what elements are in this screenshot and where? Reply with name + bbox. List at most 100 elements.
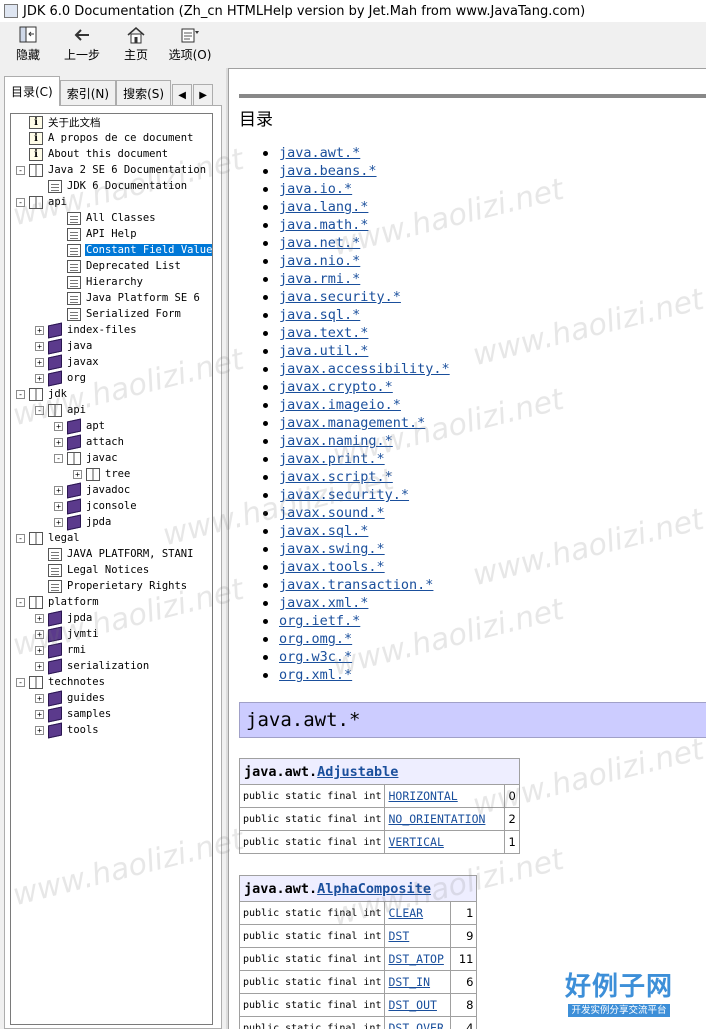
tree-item[interactable]: - legal	[16, 530, 81, 546]
package-link[interactable]: org.w3c.*	[279, 649, 352, 665]
tab-contents[interactable]: 目录(C)	[4, 76, 60, 106]
package-link[interactable]: org.omg.*	[279, 631, 352, 647]
tree-item[interactable]: i 关于此文档	[16, 114, 102, 130]
package-link[interactable]: javax.accessibility.*	[279, 361, 450, 377]
content-pane[interactable]: 目录 java.awt.* java.beans.* java.io.* java.l…	[228, 68, 706, 1029]
package-link[interactable]: java.nio.*	[279, 253, 360, 269]
tree-item[interactable]: + javadoc	[54, 482, 131, 498]
tree-item[interactable]: + serialization	[35, 658, 150, 674]
package-link[interactable]: javax.swing.*	[279, 541, 385, 557]
field-link[interactable]: HORIZONTAL	[388, 789, 457, 803]
tab-scroll-left-icon[interactable]: ◀	[172, 84, 193, 106]
package-link[interactable]: javax.transaction.*	[279, 577, 433, 593]
expand-icon[interactable]: +	[54, 421, 63, 431]
expand-icon[interactable]: +	[35, 373, 44, 383]
collapse-icon[interactable]: -	[16, 597, 25, 607]
tree-item[interactable]: + samples	[35, 706, 112, 722]
collapse-icon[interactable]: -	[16, 677, 25, 687]
expand-icon[interactable]: +	[35, 357, 44, 367]
expand-icon[interactable]: +	[35, 645, 44, 655]
collapse-icon[interactable]: -	[16, 197, 25, 207]
tree-item[interactable]: Java Platform SE 6	[54, 290, 201, 306]
tree-item[interactable]: All Classes	[54, 210, 157, 226]
tree-item[interactable]: - platform	[16, 594, 100, 610]
collapse-icon[interactable]: -	[16, 389, 25, 399]
tree-item[interactable]: Deprecated List	[54, 258, 182, 274]
expand-icon[interactable]: +	[73, 469, 82, 479]
tree-item[interactable]: - jdk	[16, 386, 68, 402]
package-link[interactable]: java.awt.*	[279, 145, 360, 161]
tree-item[interactable]: + tools	[35, 722, 100, 738]
package-link[interactable]: java.math.*	[279, 217, 368, 233]
contents-tree[interactable]: i 关于此文档 i A propos de ce document i About thi…	[10, 113, 213, 1025]
expand-icon[interactable]: +	[35, 341, 44, 351]
package-link[interactable]: javax.imageio.*	[279, 397, 401, 413]
package-link[interactable]: javax.crypto.*	[279, 379, 393, 395]
tree-item[interactable]: + java	[35, 338, 93, 354]
package-link[interactable]: java.security.*	[279, 289, 401, 305]
field-link[interactable]: NO_ORIENTATION	[388, 812, 485, 826]
package-link[interactable]: javax.tools.*	[279, 559, 385, 575]
package-link[interactable]: java.text.*	[279, 325, 368, 341]
package-link[interactable]: java.net.*	[279, 235, 360, 251]
expand-icon[interactable]: +	[35, 693, 44, 703]
tab-scroll-right-icon[interactable]: ▶	[193, 84, 214, 106]
tree-item[interactable]: Hierarchy	[54, 274, 144, 290]
package-link[interactable]: java.util.*	[279, 343, 368, 359]
collapse-icon[interactable]: -	[16, 533, 25, 543]
field-link[interactable]: CLEAR	[388, 906, 423, 920]
package-link[interactable]: javax.xml.*	[279, 595, 368, 611]
tree-item[interactable]: API Help	[54, 226, 138, 242]
expand-icon[interactable]: +	[35, 661, 44, 671]
tree-item[interactable]: i About this document	[16, 146, 169, 162]
tree-item[interactable]: + jpda	[54, 514, 112, 530]
package-link[interactable]: java.beans.*	[279, 163, 377, 179]
package-link[interactable]: javax.security.*	[279, 487, 409, 503]
tree-item[interactable]: - Java 2 SE 6 Documentation	[16, 162, 207, 178]
expand-icon[interactable]: +	[35, 709, 44, 719]
package-link[interactable]: java.io.*	[279, 181, 352, 197]
package-link[interactable]: java.rmi.*	[279, 271, 360, 287]
package-link[interactable]: java.lang.*	[279, 199, 368, 215]
field-link[interactable]: VERTICAL	[388, 835, 443, 849]
tree-item[interactable]: + apt	[54, 418, 106, 434]
package-link[interactable]: org.ietf.*	[279, 613, 360, 629]
collapse-icon[interactable]: -	[35, 405, 44, 415]
class-link[interactable]: Adjustable	[317, 764, 398, 780]
tree-item[interactable]: Constant Field Value	[54, 242, 212, 258]
tree-item[interactable]: Serialized Form	[54, 306, 182, 322]
collapse-icon[interactable]: -	[16, 165, 25, 175]
tree-item[interactable]: + jvmti	[35, 626, 100, 642]
hide-button[interactable]: 隐藏	[6, 22, 50, 63]
field-link[interactable]: DST_OUT	[388, 998, 436, 1012]
package-link[interactable]: org.xml.*	[279, 667, 352, 683]
expand-icon[interactable]: +	[35, 613, 44, 623]
tree-item[interactable]: - technotes	[16, 674, 106, 690]
package-link[interactable]: javax.script.*	[279, 469, 393, 485]
field-link[interactable]: DST_IN	[388, 975, 430, 989]
package-link[interactable]: javax.sql.*	[279, 523, 368, 539]
expand-icon[interactable]: +	[54, 501, 63, 511]
collapse-icon[interactable]: -	[54, 453, 63, 463]
package-link[interactable]: javax.naming.*	[279, 433, 393, 449]
options-button[interactable]: 选项(O)	[168, 22, 212, 63]
tree-item[interactable]: JAVA PLATFORM, STANI	[35, 546, 194, 562]
tree-item[interactable]: i A propos de ce document	[16, 130, 194, 146]
tree-item[interactable]: + jconsole	[54, 498, 138, 514]
field-link[interactable]: DST_ATOP	[388, 952, 443, 966]
home-button[interactable]: 主页	[114, 22, 158, 63]
tree-item[interactable]: Properietary Rights	[35, 578, 188, 594]
tree-item[interactable]: + index-files	[35, 322, 138, 338]
tree-item[interactable]: + guides	[35, 690, 106, 706]
tree-item[interactable]: + jpda	[35, 610, 93, 626]
tree-item[interactable]: JDK 6 Documentation	[35, 178, 188, 194]
field-link[interactable]: DST_OVER	[388, 1021, 443, 1029]
expand-icon[interactable]: +	[35, 325, 44, 335]
tab-index[interactable]: 索引(N)	[59, 80, 117, 106]
field-link[interactable]: DST	[388, 929, 409, 943]
tree-item[interactable]: - javac	[54, 450, 119, 466]
expand-icon[interactable]: +	[54, 517, 63, 527]
expand-icon[interactable]: +	[35, 725, 44, 735]
back-button[interactable]: 上一步	[60, 22, 104, 63]
expand-icon[interactable]: +	[54, 485, 63, 495]
